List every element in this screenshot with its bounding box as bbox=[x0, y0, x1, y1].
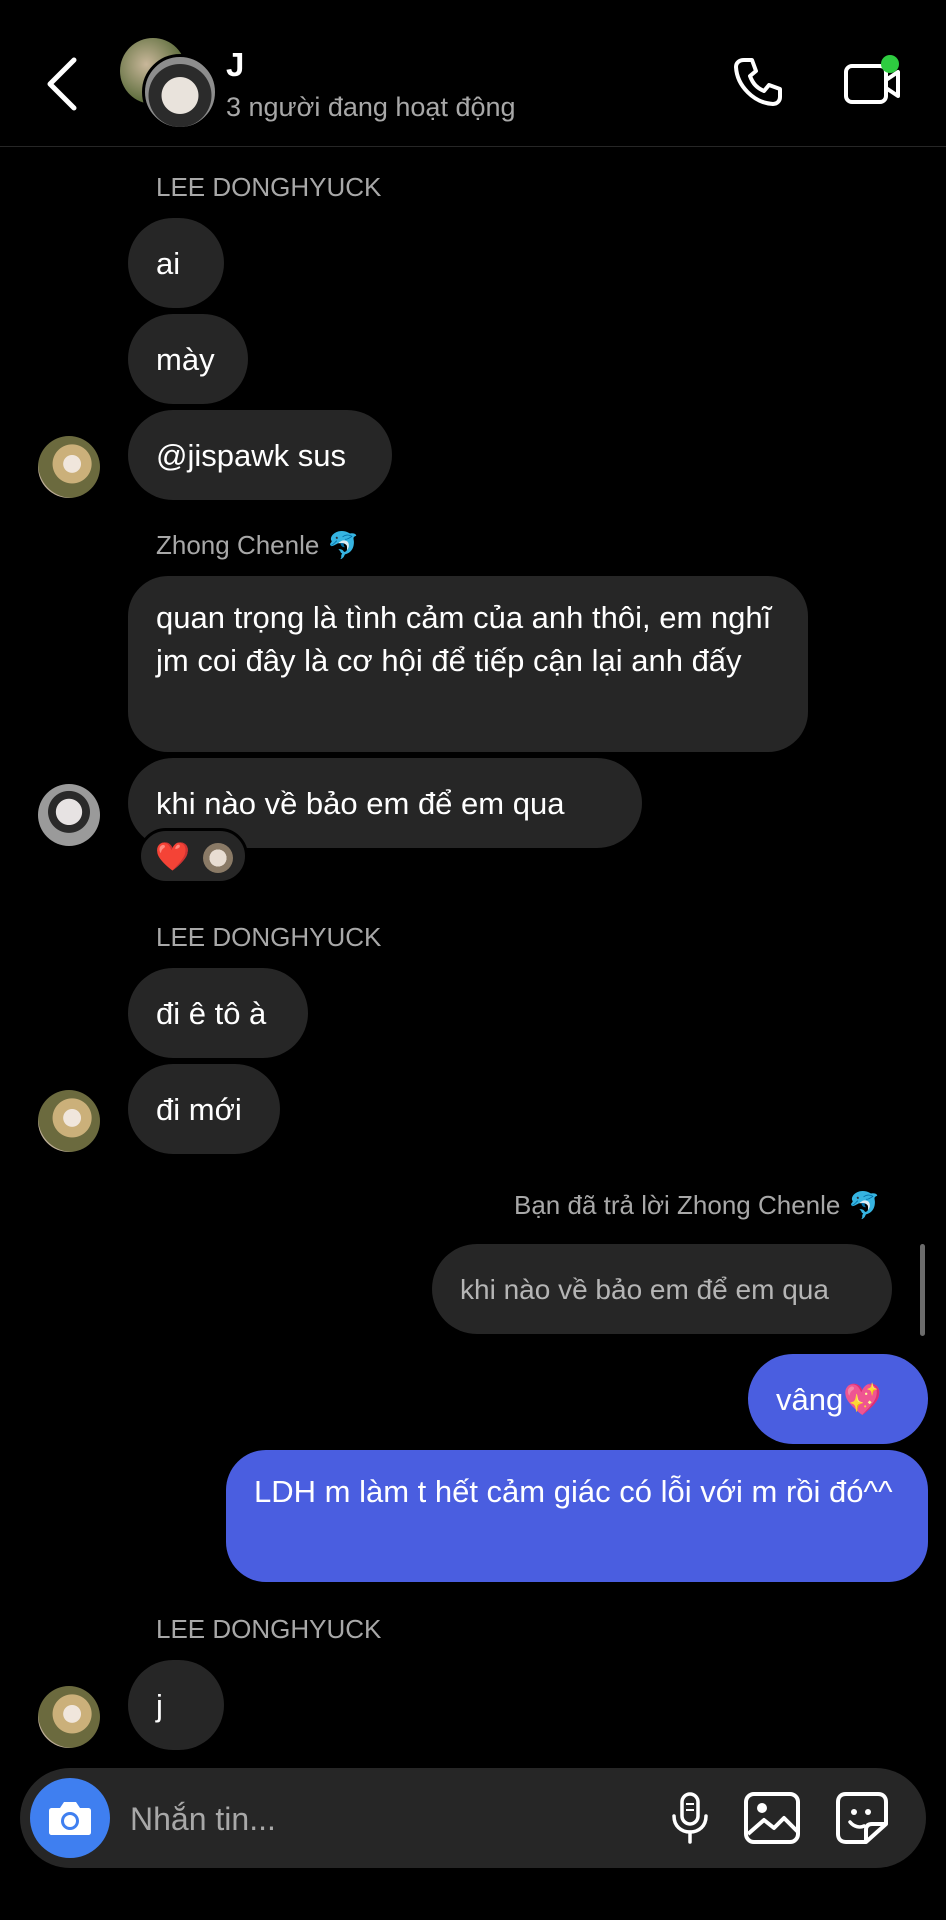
camera-button[interactable] bbox=[30, 1778, 110, 1858]
message-bubble[interactable]: @jispawk sus bbox=[128, 410, 392, 500]
microphone-icon bbox=[672, 1792, 708, 1844]
quoted-message[interactable]: khi nào về bảo em để em qua bbox=[432, 1244, 892, 1334]
back-button[interactable] bbox=[40, 52, 88, 116]
group-avatar[interactable] bbox=[118, 36, 218, 132]
sticker-button[interactable] bbox=[832, 1790, 892, 1846]
message-composer bbox=[20, 1768, 926, 1868]
online-dot bbox=[881, 55, 899, 73]
reactor-avatar bbox=[203, 843, 233, 873]
camera-icon bbox=[49, 1802, 91, 1835]
call-button[interactable] bbox=[730, 54, 786, 110]
video-call-button[interactable] bbox=[842, 54, 902, 110]
sender-name: Zhong Chenle 🐬 bbox=[156, 530, 360, 561]
sender-name: LEE DONGHYUCK bbox=[156, 1614, 382, 1644]
message-bubble[interactable]: quan trọng là tình cảm của anh thôi, em … bbox=[128, 576, 808, 752]
my-message-bubble[interactable]: LDH m làm t hết cảm giác có lỗi với m rồ… bbox=[226, 1450, 928, 1582]
avatar[interactable] bbox=[38, 1090, 100, 1152]
phone-icon bbox=[734, 58, 782, 106]
reaction-badge[interactable]: ❤️ bbox=[138, 828, 248, 884]
chat-header: J 3 người đang hoạt động bbox=[0, 0, 946, 147]
sticker-icon bbox=[836, 1792, 888, 1844]
reply-label-text: Bạn đã trả lời Zhong Chenle bbox=[514, 1190, 841, 1220]
voice-message-button[interactable] bbox=[662, 1790, 718, 1846]
reply-label: Bạn đã trả lời Zhong Chenle 🐬 bbox=[514, 1190, 881, 1221]
video-camera-icon bbox=[844, 55, 900, 104]
message-input[interactable] bbox=[128, 1796, 652, 1842]
active-status: 3 người đang hoạt động bbox=[226, 92, 516, 122]
avatar[interactable] bbox=[38, 784, 100, 846]
avatar bbox=[142, 54, 218, 130]
sender-name: LEE DONGHYUCK bbox=[156, 172, 382, 202]
chat-title[interactable]: J bbox=[226, 46, 244, 84]
image-icon bbox=[744, 1792, 800, 1844]
message-bubble[interactable]: đi ê tô à bbox=[128, 968, 308, 1058]
message-bubble[interactable]: j bbox=[128, 1660, 224, 1750]
avatar[interactable] bbox=[38, 436, 100, 498]
my-message-bubble[interactable]: vâng💖 bbox=[748, 1354, 928, 1444]
gallery-button[interactable] bbox=[742, 1790, 802, 1846]
dolphin-icon: 🐬 bbox=[848, 1190, 881, 1220]
message-bubble[interactable]: mày bbox=[128, 314, 248, 404]
heart-icon: ❤️ bbox=[155, 841, 190, 872]
chevron-left-icon bbox=[47, 57, 77, 111]
scrollbar[interactable] bbox=[920, 1244, 925, 1336]
dolphin-icon: 🐬 bbox=[327, 530, 360, 560]
sender-name: LEE DONGHYUCK bbox=[156, 922, 382, 952]
sender-name-text: Zhong Chenle bbox=[156, 530, 320, 560]
avatar[interactable] bbox=[38, 1686, 100, 1748]
message-bubble[interactable]: đi mới bbox=[128, 1064, 280, 1154]
message-bubble[interactable]: ai bbox=[128, 218, 224, 308]
